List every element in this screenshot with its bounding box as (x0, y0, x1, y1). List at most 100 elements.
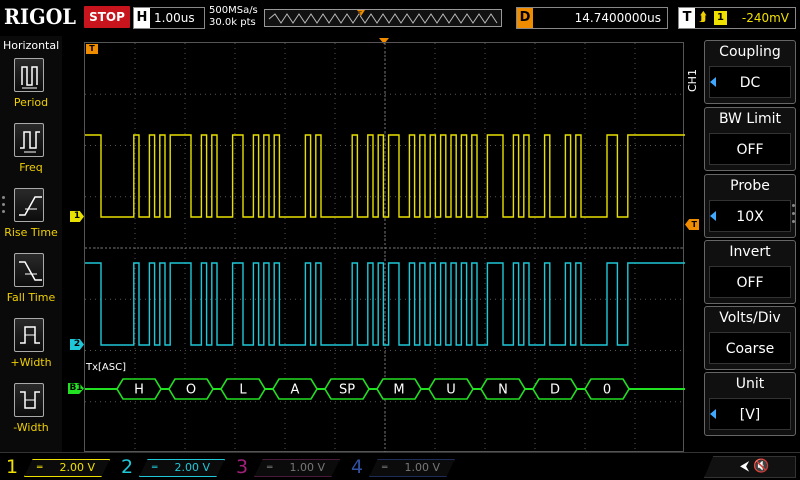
select-arrow-icon (710, 211, 716, 221)
invert-menu-item[interactable]: Invert OFF (704, 240, 796, 304)
trigger-key-label: T (679, 8, 695, 28)
waveform-canvas: H O L A SP M U N D 0 (85, 43, 685, 453)
coupling-value: DC (709, 66, 791, 98)
ch1-status[interactable]: 1 ═ 2.00 V (0, 456, 110, 480)
measure-fall-time-button[interactable]: Fall Time (0, 253, 62, 311)
select-arrow-icon (710, 409, 716, 419)
invert-value: OFF (709, 266, 791, 298)
speaker-mute-icon[interactable]: 🔇 (753, 459, 769, 474)
memory-overview-strip[interactable]: T (264, 9, 502, 27)
coupling-menu-item[interactable]: Coupling DC (704, 40, 796, 104)
ch3-status[interactable]: 3 ═ 1.00 V (230, 456, 340, 480)
top-status-bar: RIGOL STOP H 1.00us 500MSa/s 30.0k pts T… (0, 0, 800, 36)
volts-div-value: Coarse (709, 332, 791, 364)
decoded-byte-label: M (393, 383, 404, 398)
trigger-time-marker: T (86, 44, 98, 54)
measure-negative-width-label: -Width (13, 421, 49, 434)
dc-coupling-icon: ═ (152, 463, 158, 473)
decoded-byte-label: 0 (603, 383, 611, 398)
channel-status-bar: 1 ═ 2.00 V 2 ═ 2.00 V 3 ═ 1.00 V 4 ═ 1.0… (0, 452, 800, 480)
decoded-byte-label: D (550, 383, 560, 398)
ch2-scale-panel: ═ 2.00 V (139, 459, 225, 477)
bw-limit-menu-item[interactable]: BW Limit OFF (704, 107, 796, 171)
acquisition-info: 500MSa/s 30.0k pts (209, 5, 258, 29)
measure-rise-time-label: Rise Time (4, 226, 58, 239)
measure-negative-width-button[interactable]: -Width (0, 383, 62, 441)
positive-width-icon (14, 318, 44, 352)
system-icons: ⮜ 🔇 (740, 459, 770, 474)
ch4-status[interactable]: 4 ═ 1.00 V (345, 456, 455, 480)
run-stop-button[interactable]: STOP (84, 6, 130, 28)
frequency-icon (14, 123, 44, 157)
measure-period-button[interactable]: Period (0, 58, 62, 116)
ch3-scale-panel: ═ 1.00 V (254, 459, 340, 477)
select-arrow-icon (710, 77, 716, 87)
waveform-display[interactable]: H O L A SP M U N D 0 (84, 42, 685, 453)
trigger-source-badge: 1 (714, 11, 727, 25)
channel-menu-tag: CH1 (686, 69, 699, 93)
horizontal-key-label: H (134, 8, 150, 28)
right-panel-scroll-dots (792, 204, 796, 228)
volts-div-menu-item[interactable]: Volts/Div Coarse (704, 306, 796, 370)
decoded-byte-label: A (291, 383, 300, 398)
measure-frequency-label: Freq (19, 161, 43, 174)
measure-fall-time-label: Fall Time (6, 291, 56, 304)
ch2-scale: 2.00 V (174, 461, 210, 474)
sample-rate: 500MSa/s (209, 5, 258, 16)
delay-value: 14.7400000us (574, 11, 661, 25)
probe-title: Probe (730, 178, 770, 194)
dc-coupling-icon: ═ (267, 463, 273, 473)
invert-title: Invert (729, 244, 771, 260)
decoded-byte-label: H (134, 383, 144, 398)
dc-coupling-icon: ═ (37, 463, 43, 473)
volts-div-title: Volts/Div (719, 310, 781, 326)
rigol-logo: RIGOL (4, 4, 77, 29)
horizontal-measure-panel: Horizontal Period Freq Rise Time Fall Ti… (0, 36, 62, 452)
period-icon (14, 58, 44, 92)
rising-edge-icon: ⮭ (699, 10, 707, 25)
ch4-scale-panel: ═ 1.00 V (369, 459, 455, 477)
ch1-scale-panel: ═ 2.00 V (24, 459, 110, 477)
ch2-status[interactable]: 2 ═ 2.00 V (115, 456, 225, 480)
rise-time-icon (14, 188, 44, 222)
dc-coupling-icon: ═ (382, 463, 388, 473)
ch1-offset-marker[interactable]: 1 (70, 211, 84, 222)
fall-time-icon (14, 253, 44, 287)
memory-depth: 30.0k pts (209, 17, 256, 28)
memory-overview-waveform: T (268, 10, 498, 24)
delay-indicator[interactable]: D 14.7400000us (516, 7, 668, 29)
measure-frequency-button[interactable]: Freq (0, 123, 62, 181)
ch3-scale: 1.00 V (289, 461, 325, 474)
decoded-byte-label: U (446, 383, 456, 398)
ch1-number: 1 (6, 456, 19, 478)
ch2-number: 2 (121, 456, 134, 478)
bw-limit-title: BW Limit (718, 111, 782, 127)
ch2-offset-marker[interactable]: 2 (70, 339, 84, 350)
decoded-byte-label: L (239, 383, 247, 398)
decoded-byte-label: SP (339, 383, 355, 398)
panel-title: Horizontal (3, 39, 60, 52)
timebase-indicator[interactable]: H 1.00us (133, 7, 205, 29)
channel-menu-panel: Coupling DC BW Limit OFF Probe 10X Inver… (704, 40, 800, 452)
trigger-level-marker[interactable]: T (685, 219, 699, 230)
delay-key-label: D (517, 8, 533, 28)
timebase-value: 1.00us (154, 11, 195, 25)
measure-positive-width-label: +Width (10, 356, 52, 369)
measure-positive-width-button[interactable]: +Width (0, 318, 62, 376)
decoded-byte-label: N (498, 383, 508, 398)
unit-menu-item[interactable]: Unit [V] (704, 372, 796, 436)
bw-limit-value: OFF (709, 133, 791, 165)
measure-period-label: Period (13, 96, 49, 109)
trigger-level-value: -240mV (741, 11, 789, 25)
usb-icon[interactable]: ⮜ (740, 459, 749, 474)
measure-rise-time-button[interactable]: Rise Time (0, 188, 62, 246)
trigger-indicator[interactable]: T ⮭ 1 -240mV (678, 7, 796, 29)
unit-value: [V] (709, 398, 791, 430)
svg-text:T: T (357, 11, 362, 18)
ch1-scale: 2.00 V (59, 461, 95, 474)
negative-width-icon (14, 383, 44, 417)
unit-title: Unit (735, 376, 765, 392)
probe-menu-item[interactable]: Probe 10X (704, 174, 796, 238)
bus-offset-marker[interactable]: B1 (68, 383, 84, 394)
probe-value: 10X (709, 200, 791, 232)
